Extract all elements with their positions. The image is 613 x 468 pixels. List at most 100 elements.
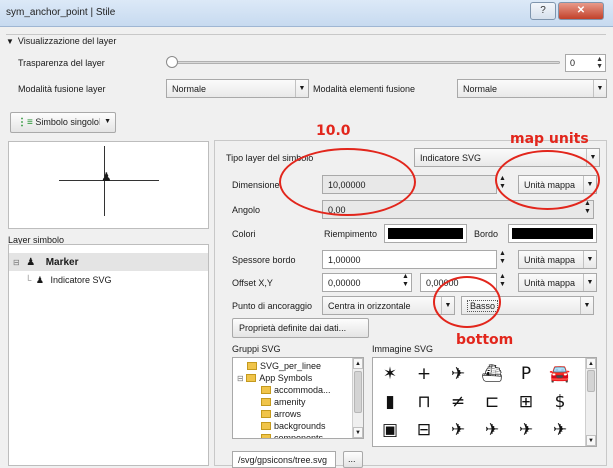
annotation-anchor: bottom [456,332,514,348]
layer-render-header[interactable]: ▼ Visualizzazione del layer [6,36,116,46]
plane-outline-icon[interactable]: ✈ [447,419,469,441]
fence-icon[interactable]: ⊞ [515,391,537,413]
border-width-label: Spessore bordo [232,255,296,265]
blend-mode-value: Normale [172,84,207,94]
border-label: Bordo [474,229,499,239]
tree-item-marker-label: Marker [45,257,79,268]
svg-images-grid[interactable]: ✶ + ✈ ⛴ P 🚘 ▮ ⊓ ≠ ⊏ ⊞ $ ▣ ⊟ ✈ ✈ ✈ ✈ ▲ ▼ [372,357,597,447]
folder-icon [261,398,271,406]
border-width-spinbox[interactable]: 1,00000 [322,250,497,269]
bollard-icon[interactable]: ▮ [379,391,401,413]
spin-arrows-icon[interactable]: ▲ ▼ [499,250,506,266]
tree-item-marker[interactable]: ⊟ ♟ Marker [9,253,208,271]
layer-render-title: Visualizzazione del layer [17,36,117,46]
svg-groups-label: Gruppi SVG [232,344,281,354]
annotation-size: 10.0 [316,123,351,139]
transparency-spinbox[interactable]: 0 ▲ ▼ [565,54,606,72]
scroll-thumb[interactable] [354,371,362,413]
svg-group-item[interactable]: components [261,433,323,438]
parking-icon[interactable]: P [515,363,537,385]
chevron-down-icon: ▼ [593,80,606,97]
border-width-unit-select[interactable]: Unità mappa ▼ [518,250,597,269]
fill-label: Riempimento [324,229,378,239]
marker-pin-icon: ♟ [101,170,112,184]
svg-groups-tree[interactable]: SVG_per_linee ⊟ App Symbols accommoda...… [232,357,364,439]
annotation-units: map units [510,131,589,147]
car-icon[interactable]: 🚘 [549,363,571,385]
tree-item-svg-marker[interactable]: └ ♟ Indicatore SVG [25,275,112,291]
transparency-slider[interactable] [172,61,560,64]
folder-icon [247,362,257,370]
plane-icon[interactable]: ✈ [481,419,503,441]
border-color-button[interactable] [508,224,597,243]
money-icon[interactable]: $ [549,391,571,413]
marker-icon: ♟ [26,257,36,268]
transparency-slider-handle[interactable] [166,56,178,68]
tram-icon[interactable]: ⊟ [413,419,435,441]
chevron-down-icon: ▼ [580,297,593,314]
data-defined-button[interactable]: Proprietà definite dai dati... [232,318,369,338]
folder-icon [246,374,257,382]
annotation-anchor-ring [433,276,501,328]
annotation-size-ring [279,148,416,216]
bus-icon[interactable]: ▣ [379,419,401,441]
svg-group-item[interactable]: backgrounds [261,421,326,431]
compass-star-icon[interactable]: ✶ [379,363,401,385]
offset-label: Offset X,Y [232,278,273,288]
blend-mode-label: Modalità fusione layer [18,84,106,94]
scroll-down-icon[interactable]: ▼ [353,427,363,438]
fill-color-button[interactable] [384,224,467,243]
offset-unit-select[interactable]: Unità mappa ▼ [518,273,597,292]
spin-arrows-icon[interactable]: ▲ ▼ [402,273,409,289]
folder-icon [261,422,271,430]
not-equal-icon[interactable]: ≠ [447,391,469,413]
cross-icon[interactable]: + [413,363,435,385]
close-button[interactable]: ✕ [558,2,604,20]
transparency-label: Trasparenza del layer [18,58,105,68]
border-width-value: 1,00000 [328,255,361,265]
offset-unit-value: Unità mappa [524,278,576,288]
border-color-swatch [512,228,593,239]
plane-large-icon[interactable]: ✈ [549,419,571,441]
svg-group-item[interactable]: accommoda... [261,385,331,395]
layer-type-value: Indicatore SVG [420,153,482,163]
help-button[interactable]: ? [530,2,556,20]
gate-icon[interactable]: ⊓ [413,391,435,413]
barrier-icon[interactable]: ⊏ [481,391,503,413]
expand-minus-icon[interactable]: ⊟ [13,258,20,267]
plane-small-icon[interactable]: ✈ [515,419,537,441]
single-symbol-icon: ⋮≡ [17,117,33,128]
svg-group-item[interactable]: amenity [261,397,306,407]
svg-group-item[interactable]: arrows [261,409,301,419]
scroll-up-icon[interactable]: ▲ [353,358,363,369]
fill-color-swatch [388,228,463,239]
offset-x-spinbox[interactable]: 0,00000 [322,273,412,292]
svg-path-field[interactable]: /svg/gpsicons/tree.svg [232,451,336,468]
airplane-icon[interactable]: ✈ [447,363,469,385]
chevron-down-icon: ▼ [99,118,111,125]
scroll-up-icon[interactable]: ▲ [586,358,596,369]
tree-branch-line: └ [25,275,32,285]
svg-group-item[interactable]: SVG_per_linee [247,361,321,371]
expand-minus-icon[interactable]: ⊟ [237,374,244,383]
blend-mode-select[interactable]: Normale ▼ [166,79,309,98]
spin-arrows-icon[interactable]: ▲ ▼ [584,200,591,216]
feature-blend-value: Normale [463,84,498,94]
ship-icon[interactable]: ⛴ [481,363,503,385]
anchor-label: Punto di ancoraggio [232,301,313,311]
feature-blend-select[interactable]: Normale ▼ [457,79,607,98]
svg-group-item[interactable]: ⊟ App Symbols [237,373,312,383]
angle-label: Angolo [232,205,261,215]
spin-arrows-icon[interactable]: ▲ ▼ [596,56,603,70]
spin-arrows-icon[interactable]: ▲ ▼ [499,273,506,289]
size-label: Dimensione [232,180,280,190]
scroll-down-icon[interactable]: ▼ [586,435,596,446]
svg-images-scrollbar[interactable]: ▲ ▼ [585,358,596,446]
folder-icon [261,434,271,438]
collapse-triangle-icon[interactable]: ▼ [6,37,14,46]
svg-groups-scrollbar[interactable]: ▲ ▼ [352,358,363,438]
folder-icon [261,410,271,418]
scroll-thumb[interactable] [587,370,595,392]
renderer-select[interactable]: ⋮≡ Simbolo singolo ▼ [10,112,116,133]
browse-button[interactable]: ... [343,451,363,468]
